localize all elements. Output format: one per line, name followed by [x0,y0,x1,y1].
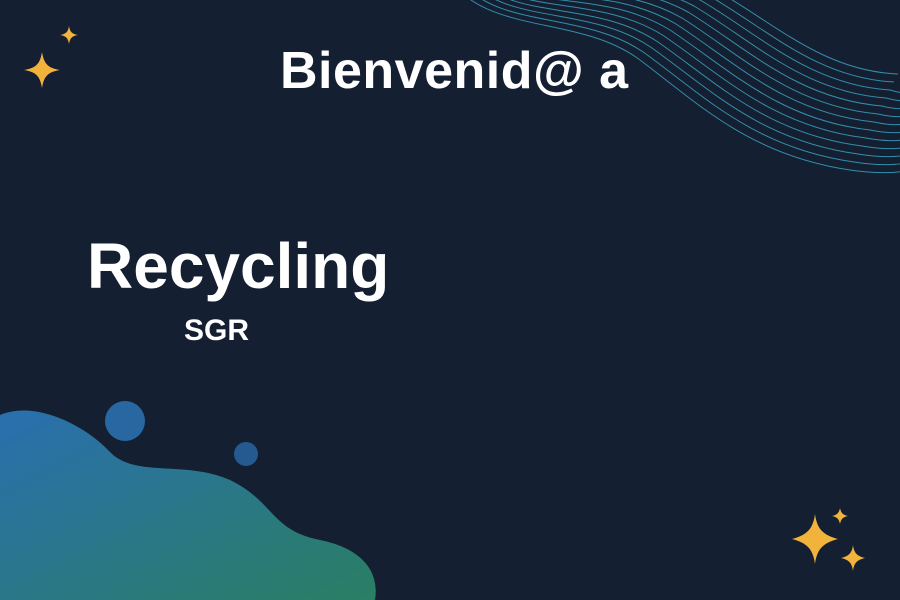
four-point-star-icon [841,545,865,571]
four-point-star-icon [24,52,60,88]
welcome-heading: Bienvenid@ a [280,42,629,100]
welcome-screen: Bienvenid@ a Recycling SGR [0,0,900,600]
four-point-star-icon [832,508,848,524]
gradient-blob-icon [0,401,376,600]
brand-title: Recycling [87,230,390,302]
four-point-star-icon [792,514,838,564]
brand-subtitle: SGR [184,314,250,347]
four-point-star-icon [60,26,78,44]
